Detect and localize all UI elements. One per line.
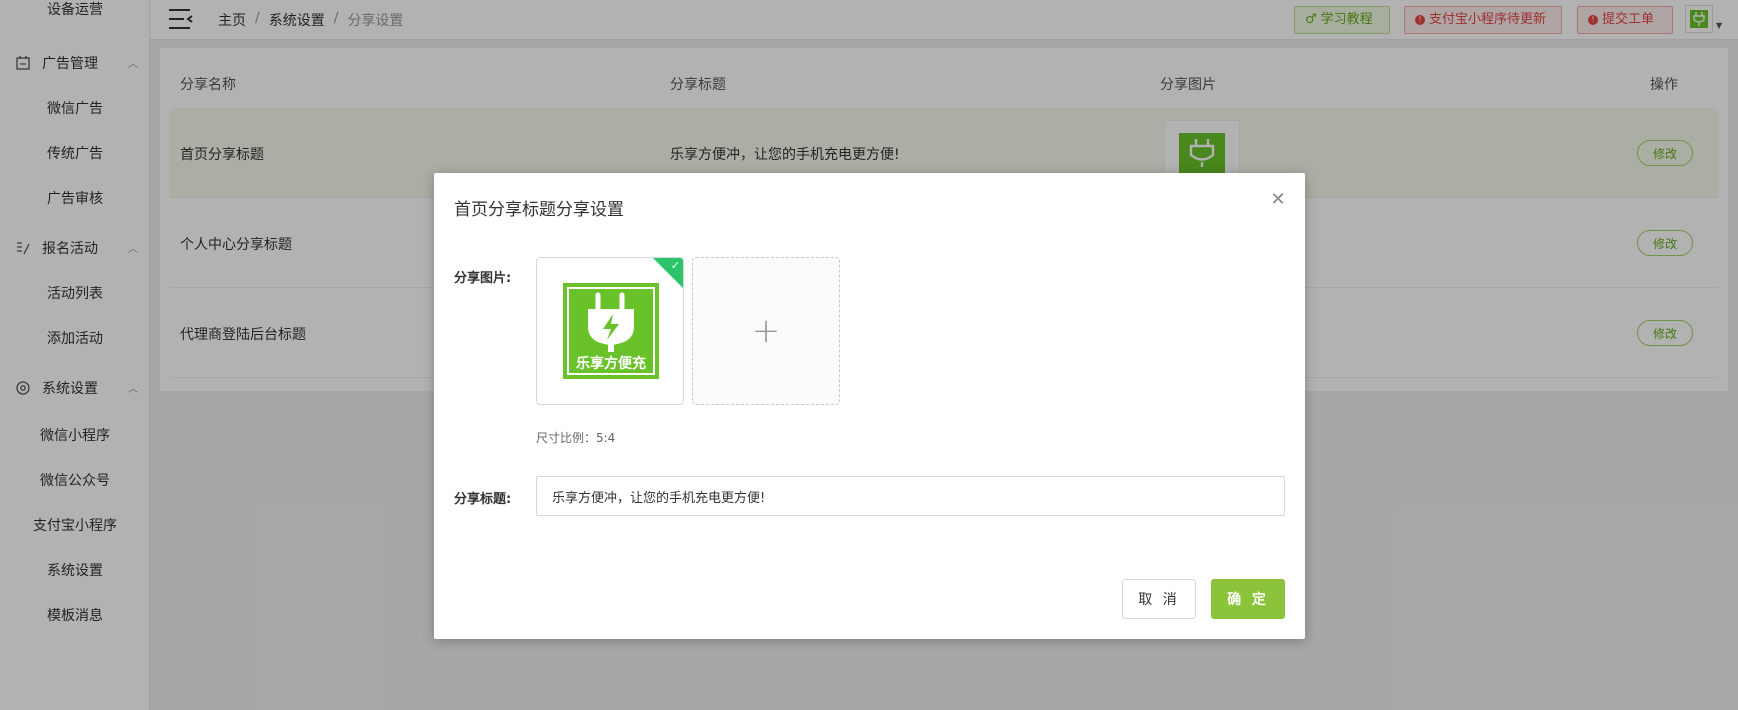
cancel-button[interactable]: 取 消: [1122, 579, 1196, 619]
upload-image-button[interactable]: +: [692, 257, 840, 405]
selected-share-image[interactable]: 乐享方便充 ✓: [536, 257, 684, 405]
share-settings-dialog: 首页分享标题分享设置 ✕ 分享图片: 乐享方便充 ✓ + 尺寸比例：5:4 分享…: [434, 173, 1305, 639]
close-icon[interactable]: ✕: [1269, 191, 1287, 209]
share-image-label: 分享图片:: [454, 271, 512, 286]
logo-text: 乐享方便充: [576, 356, 646, 372]
brand-logo-image: 乐享方便充: [563, 283, 659, 379]
confirm-button[interactable]: 确 定: [1211, 579, 1285, 619]
share-title-label: 分享标题:: [454, 492, 512, 507]
size-hint: 尺寸比例：5:4: [536, 431, 616, 445]
check-icon: ✓: [670, 259, 680, 272]
plus-icon: +: [751, 311, 781, 351]
dialog-title: 首页分享标题分享设置: [454, 200, 624, 220]
share-title-input[interactable]: [536, 476, 1285, 516]
